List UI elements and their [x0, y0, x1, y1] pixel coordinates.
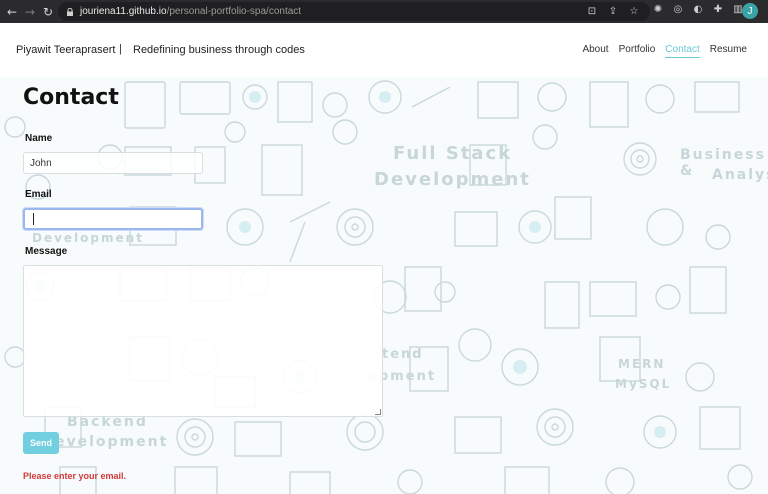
brand-separator: | [119, 43, 122, 55]
brand-tagline: Redefining business through codes [133, 44, 305, 56]
nav-contact[interactable]: Contact [665, 44, 700, 58]
install-icon[interactable]: ⊡ [586, 5, 598, 17]
share-icon[interactable]: ⇪ [607, 5, 619, 17]
page-title: Contact [23, 85, 119, 110]
color-extension-icon[interactable]: ✺ [652, 3, 664, 15]
email-input[interactable] [23, 208, 203, 230]
browser-toolbar: ← → ↻ jouriena11.github.io/personal-port… [0, 0, 768, 23]
send-button[interactable]: Send [23, 432, 59, 454]
name-label: Name [25, 133, 53, 144]
form-error-message: Please enter your email. [23, 471, 127, 481]
forward-icon[interactable]: → [21, 3, 39, 21]
address-bar[interactable]: jouriena11.github.io/personal-portfolio-… [58, 2, 650, 21]
bookmark-star-icon[interactable]: ☆ [628, 5, 640, 17]
lock-icon [67, 7, 73, 16]
nav-about[interactable]: About [582, 44, 608, 58]
reload-icon[interactable]: ↻ [39, 3, 57, 21]
text-caret [33, 213, 34, 225]
dark-mode-extension-icon[interactable]: ◐ [692, 3, 704, 15]
compass-extension-icon[interactable]: ◎ [672, 3, 684, 15]
message-textarea[interactable] [23, 265, 383, 417]
email-label: Email [25, 189, 52, 200]
url-path: /personal-portfolio-spa/contact [166, 6, 302, 17]
url-host: jouriena11.github.io [80, 6, 167, 17]
main-nav: About Portfolio Contact Resume [582, 44, 747, 58]
extensions-puzzle-icon[interactable]: ✚ [712, 3, 724, 15]
brand-name[interactable]: Piyawit Teeraprasert [16, 44, 115, 56]
name-input-value: John [30, 157, 52, 169]
contact-page: Contact Name John Email Message Send Ple… [0, 77, 768, 494]
nav-portfolio[interactable]: Portfolio [619, 44, 656, 58]
nav-resume[interactable]: Resume [710, 44, 747, 58]
resize-handle-icon[interactable] [375, 409, 381, 415]
back-icon[interactable]: ← [3, 3, 21, 21]
profile-avatar[interactable]: J [742, 3, 758, 19]
name-input[interactable]: John [23, 152, 203, 174]
message-label: Message [25, 246, 68, 257]
site-header: Piyawit Teeraprasert | Redefining busine… [0, 23, 768, 77]
